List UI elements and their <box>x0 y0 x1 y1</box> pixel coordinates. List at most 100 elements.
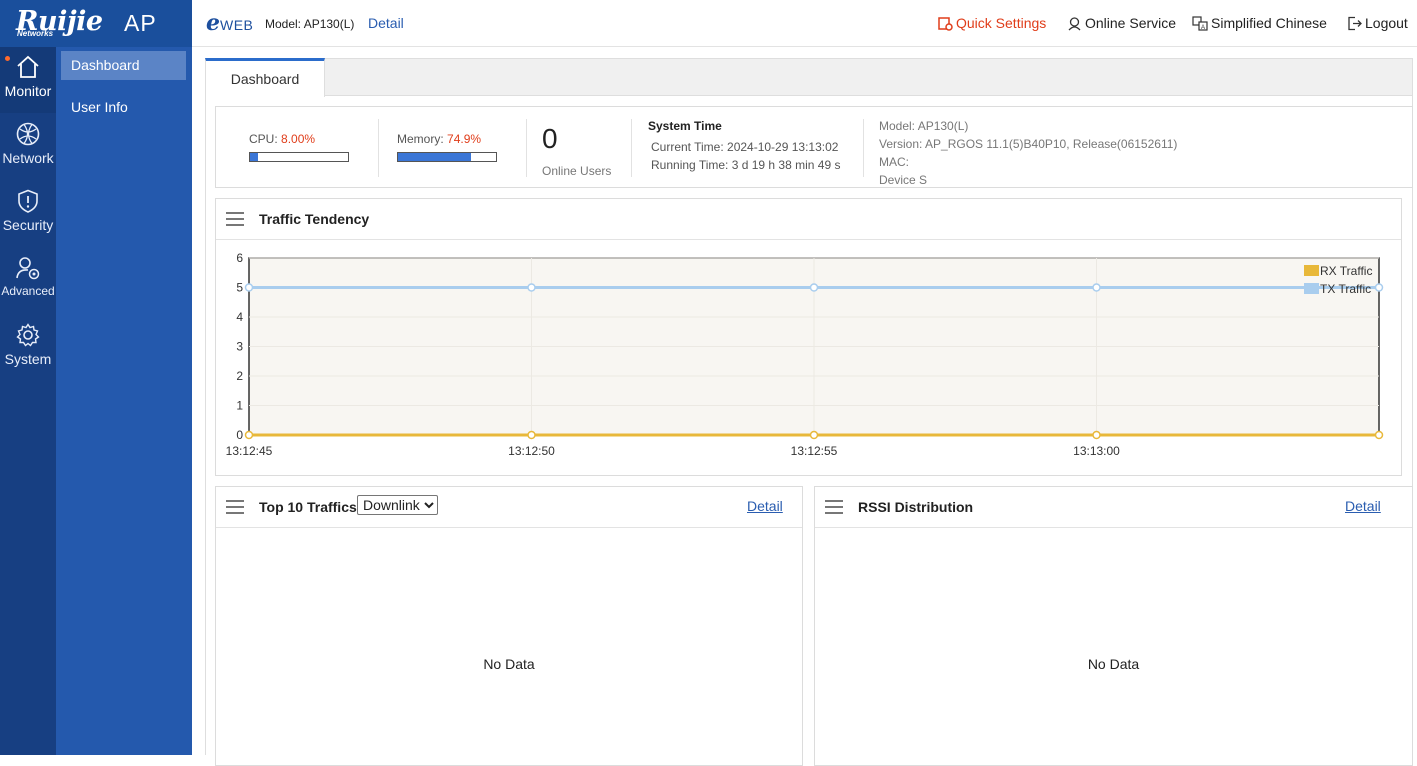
rssi-empty: No Data <box>1087 656 1140 672</box>
traffic-title: Traffic Tendency <box>259 211 370 227</box>
data-point <box>244 283 254 292</box>
x-axis: 13:12:45 13:12:50 13:12:55 13:13:00 <box>226 444 1121 458</box>
x-tick-label: 13:13:00 <box>1073 444 1120 458</box>
notification-dot <box>5 56 10 61</box>
cpu-bar <box>249 152 349 162</box>
x-tick-label: 13:12:45 <box>226 444 273 458</box>
logout-label: Logout <box>1365 15 1408 31</box>
menu-icon[interactable] <box>226 212 244 226</box>
nav-monitor-label: Monitor <box>4 83 52 99</box>
online-service-button[interactable]: Online Service <box>1067 15 1176 31</box>
divider <box>631 119 632 177</box>
menu-icon[interactable] <box>226 500 244 514</box>
logout-icon <box>1348 16 1362 31</box>
rssi-title: RSSI Distribution <box>858 499 974 515</box>
top10-empty: No Data <box>483 656 535 672</box>
legend-swatch <box>1304 283 1319 294</box>
cpu-label: CPU: <box>249 132 278 146</box>
device-model: Model: AP130(L) <box>879 119 969 133</box>
shield-icon <box>18 189 38 213</box>
memory-stat: Memory: 74.9% <box>397 132 481 146</box>
nav-system-label: System <box>4 351 52 367</box>
nav-network[interactable]: Network <box>0 114 56 180</box>
data-point <box>244 430 254 440</box>
divider <box>526 119 527 177</box>
ruijie-logo-sub: Networks <box>17 29 54 38</box>
data-point <box>809 283 819 292</box>
legend-swatch <box>1304 265 1319 276</box>
logout-button[interactable]: Logout <box>1347 15 1408 31</box>
home-icon <box>17 55 39 78</box>
y-tick-label: 6 <box>236 251 243 265</box>
nav-security-label: Security <box>2 217 54 233</box>
subnav-dashboard[interactable]: Dashboard <box>61 51 186 80</box>
y-tick-label: 4 <box>236 310 243 324</box>
data-point <box>1092 283 1101 292</box>
top10-detail-link[interactable]: Detail <box>747 498 783 514</box>
memory-bar-fill <box>398 153 472 161</box>
nav-system[interactable]: System <box>0 315 56 381</box>
online-service-label: Online Service <box>1085 15 1177 31</box>
quick-settings-label: Quick Settings <box>956 15 1047 31</box>
y-tick-label: 0 <box>236 428 243 442</box>
nav-network-label: Network <box>2 150 54 166</box>
headset-icon <box>1068 17 1081 31</box>
y-tick-label: 5 <box>236 281 243 295</box>
legend-label: TX Traffic <box>1320 282 1371 296</box>
sub-nav: Dashboard User Info <box>56 47 192 755</box>
device-mac: MAC: <box>879 155 909 169</box>
y-tick-label: 2 <box>236 369 243 383</box>
data-point <box>1374 283 1384 292</box>
data-point <box>527 430 536 440</box>
subnav-user-info[interactable]: User Info <box>61 93 186 122</box>
cpu-bar-fill <box>250 153 258 161</box>
language-label: Simplified Chinese <box>1211 15 1327 31</box>
data-point <box>809 430 819 440</box>
memory-label: Memory: <box>397 132 444 146</box>
top-bar: eWEB Model: AP130(L) Detail Quick Settin… <box>192 0 1417 47</box>
y-axis: 0 1 2 3 4 5 6 <box>236 251 243 442</box>
menu-icon[interactable] <box>825 500 843 514</box>
eweb-logo: eWEB <box>206 10 253 36</box>
nav-advanced[interactable]: Advanced <box>0 248 56 314</box>
data-point <box>1092 430 1101 440</box>
top10-panel-header: Top 10 Traffics Downlink Detail <box>216 487 802 528</box>
language-button[interactable]: A Simplified Chinese <box>1192 15 1327 31</box>
tab-bar: Dashboard <box>205 58 1413 97</box>
top10-title: Top 10 Traffics <box>259 499 357 515</box>
rssi-detail-link[interactable]: Detail <box>1345 498 1381 514</box>
nav-security[interactable]: Security <box>0 181 56 247</box>
nav-advanced-label: Advanced <box>1 284 55 298</box>
header-detail-link[interactable]: Detail <box>368 15 404 31</box>
running-time: Running Time: 3 d 19 h 38 min 49 s <box>651 158 841 172</box>
globe-icon <box>16 122 40 146</box>
nav-monitor[interactable]: Monitor <box>0 47 56 113</box>
device-version: Version: AP_RGOS 11.1(5)B40P10, Release(… <box>879 137 1178 151</box>
header-model: Model: AP130(L) <box>265 17 355 31</box>
top10-panel: Top 10 Traffics Downlink Detail No Data <box>215 486 803 766</box>
device-serial: Device S <box>879 173 928 187</box>
tab-dashboard[interactable]: Dashboard <box>205 58 325 97</box>
rssi-panel: RSSI Distribution Detail No Data <box>814 486 1413 766</box>
x-tick-label: 13:12:55 <box>791 444 838 458</box>
x-tick-label: 13:12:50 <box>508 444 555 458</box>
y-tick-label: 1 <box>236 399 243 413</box>
user-gear-icon <box>16 257 40 280</box>
system-time-title: System Time <box>648 119 722 133</box>
traffic-panel: Traffic Tendency 0 1 2 3 4 5 6 13:12:45 13:12:5… <box>215 198 1402 476</box>
cpu-value: 8.00% <box>281 132 316 146</box>
cpu-stat: CPU: 8.00% <box>249 132 315 146</box>
online-users-label: Online Users <box>542 164 612 178</box>
product-name: AP <box>124 10 157 36</box>
current-time: Current Time: 2024-10-29 13:13:02 <box>651 140 839 154</box>
direction-select[interactable]: Downlink <box>357 495 438 515</box>
gear-icon <box>16 323 40 347</box>
brand-bar: Ruijie Networks AP <box>0 0 192 47</box>
memory-value: 74.9% <box>447 132 482 146</box>
data-point <box>527 283 536 292</box>
data-point <box>1374 430 1384 440</box>
eweb-logo-text: WEB <box>220 17 254 33</box>
quick-settings-button[interactable]: Quick Settings <box>938 15 1046 31</box>
eweb-logo-e: e <box>206 10 220 36</box>
translate-icon: A <box>1192 16 1208 31</box>
